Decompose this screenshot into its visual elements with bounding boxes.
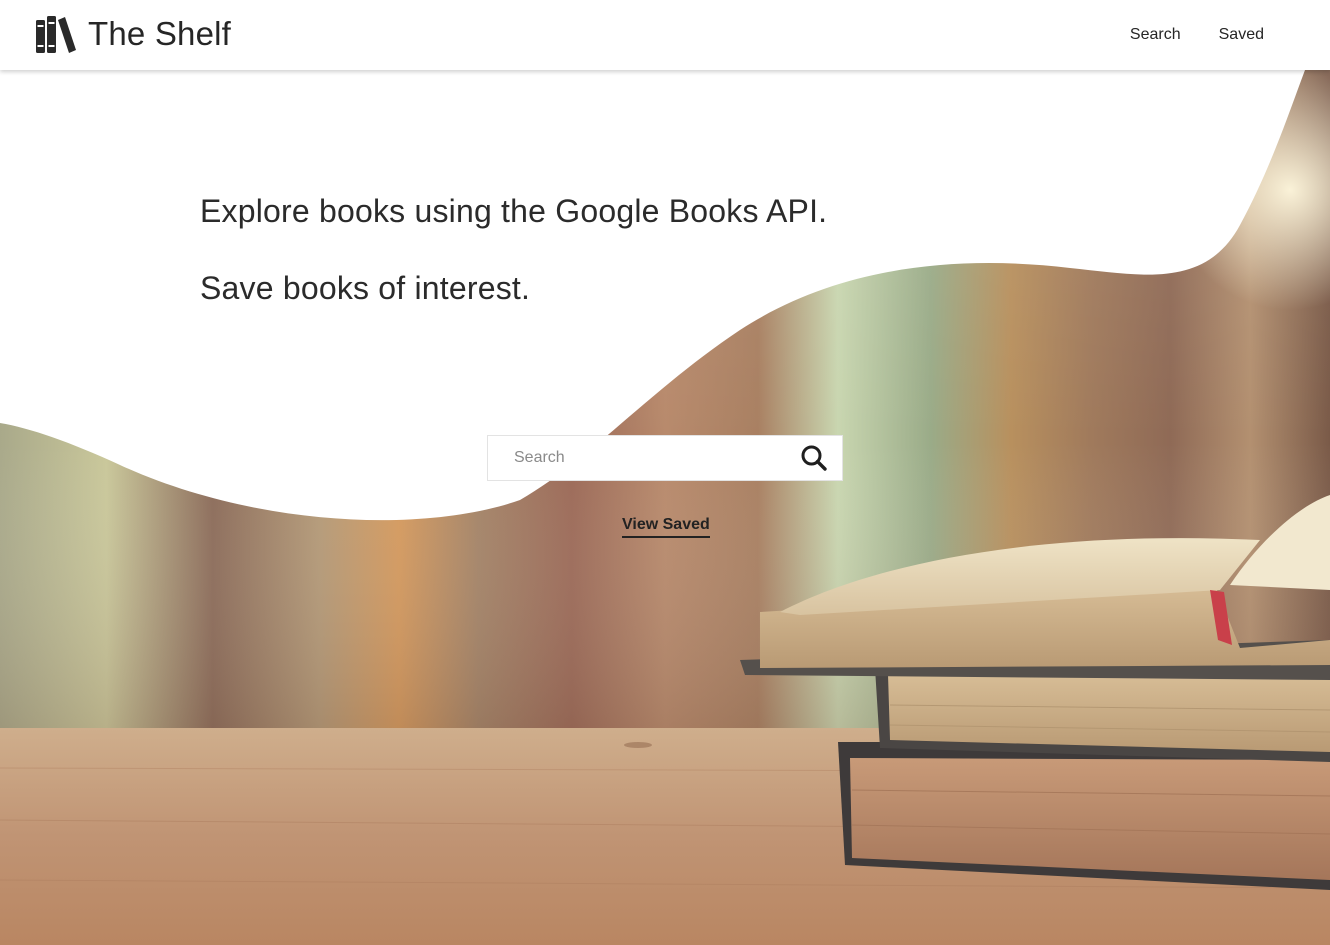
top-navbar: The Shelf Search Saved [0,0,1330,70]
nav-link-search[interactable]: Search [1130,26,1181,44]
hero-headline: Explore books using the Google Books API… [200,193,828,229]
bookshelf-icon [36,16,76,53]
view-saved-link[interactable]: View Saved [622,516,710,538]
brand-link[interactable]: The Shelf [36,14,231,54]
search-icon[interactable] [800,444,828,472]
page: The Shelf Search Saved Explore books usi… [0,0,1330,945]
app-title: The Shelf [88,15,232,52]
main-nav: Search Saved [1092,0,1264,70]
search-bar [487,435,843,481]
search-input[interactable] [512,448,786,468]
nav-link-saved[interactable]: Saved [1219,26,1264,44]
hero-subheadline: Save books of interest. [200,270,531,306]
